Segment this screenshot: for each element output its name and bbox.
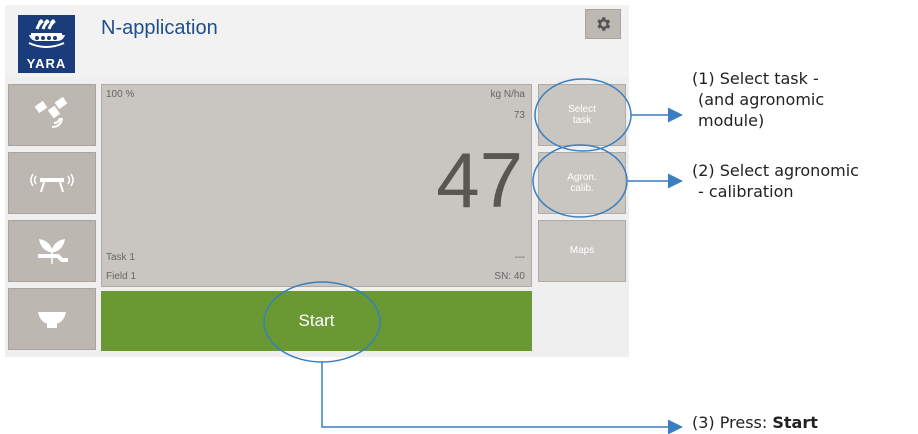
callout-2-line-2: - calibration bbox=[698, 182, 794, 201]
annotation-overlay bbox=[263, 78, 683, 434]
callout-3-bold: Start bbox=[772, 413, 818, 432]
callout-agron-calib: (2) Select agronomic - calibration bbox=[692, 160, 859, 202]
agron-calib-highlight bbox=[532, 144, 628, 218]
select-task-highlight bbox=[534, 78, 632, 152]
callout-select-task: (1) Select task - (and agronomic module) bbox=[692, 68, 824, 131]
callout-3-arrow bbox=[321, 362, 683, 434]
callout-3-prefix: (3) Press: bbox=[692, 413, 773, 432]
callout-2-line-1: (2) Select agronomic bbox=[692, 161, 859, 180]
callout-1-line-1: (1) Select task - bbox=[692, 69, 819, 88]
callout-press-start: (3) Press: Start bbox=[692, 412, 818, 433]
callout-1-line-3: module) bbox=[698, 111, 765, 130]
start-highlight bbox=[263, 281, 381, 363]
callout-1-line-2: (and agronomic bbox=[698, 90, 825, 109]
